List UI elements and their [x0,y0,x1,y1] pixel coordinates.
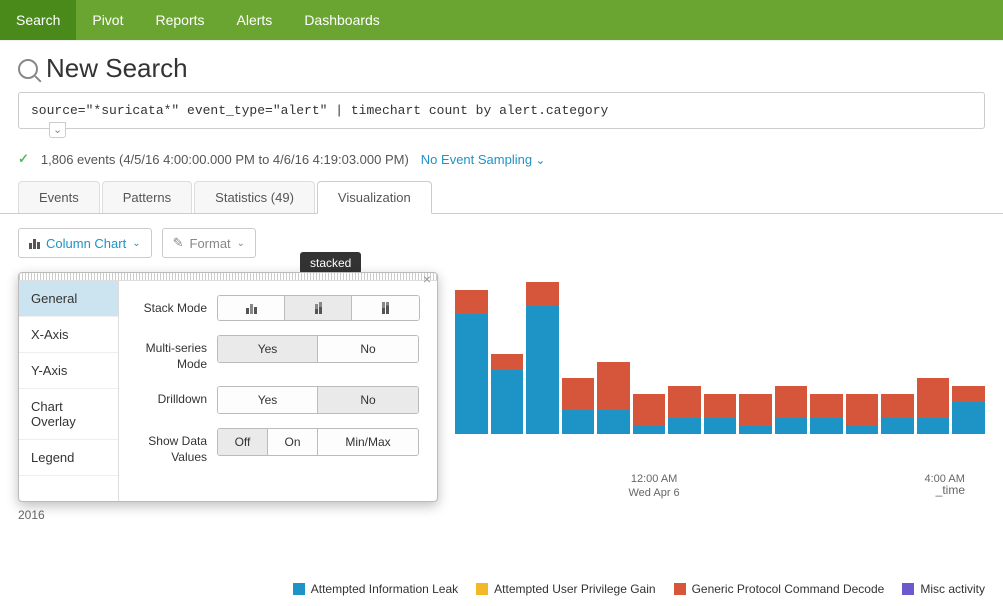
status-bar: ✓ 1,806 events (4/5/16 4:00:00.000 PM to… [0,137,1003,181]
legend-swatch [674,583,686,595]
chart-type-dropdown[interactable]: Column Chart ⌄ [18,228,152,258]
legend-label: Attempted Information Leak [311,582,458,596]
bar[interactable] [810,394,843,434]
multiseries-no-button[interactable]: No [318,336,418,362]
search-icon [18,59,38,79]
legend-label: Generic Protocol Command Decode [692,582,885,596]
bar[interactable] [455,290,488,434]
stack-none-icon [246,302,257,314]
legend-label: Attempted User Privilege Gain [494,582,655,596]
bar[interactable] [633,394,666,434]
legend-item[interactable]: Attempted User Privilege Gain [476,582,655,596]
nav-pivot[interactable]: Pivot [76,0,139,40]
format-panel: × General X-Axis Y-Axis Chart Overlay Le… [18,272,438,502]
tooltip: stacked [300,252,361,274]
search-input[interactable]: source="*suricata*" event_type="alert" |… [18,92,985,129]
search-expand-icon[interactable]: ⌄ [49,122,66,138]
drilldown-label: Drilldown [133,386,217,408]
stack-none-button[interactable] [218,296,285,320]
datavalues-minmax-button[interactable]: Min/Max [318,429,418,455]
bar[interactable] [881,394,914,434]
result-tabs: Events Patterns Statistics (49) Visualiz… [0,181,1003,214]
search-query-text: source="*suricata*" event_type="alert" |… [31,103,608,118]
bar[interactable] [597,362,630,434]
drilldown-no-button[interactable]: No [318,387,418,413]
sampling-dropdown[interactable]: No Event Sampling [421,152,546,167]
check-icon: ✓ [18,151,29,167]
legend: Attempted Information Leak Attempted User… [0,552,1003,606]
bar[interactable] [704,394,737,434]
side-legend[interactable]: Legend [19,440,118,476]
legend-label: Misc activity [920,582,985,596]
stack-stacked-icon [315,302,322,314]
chevron-down-icon: ⌄ [237,238,245,249]
nav-reports[interactable]: Reports [139,0,220,40]
side-yaxis[interactable]: Y-Axis [19,353,118,389]
x-tick: 12:00 AMWed Apr 6 [629,472,680,501]
side-general[interactable]: General [19,281,118,317]
panel-sidebar: General X-Axis Y-Axis Chart Overlay Lege… [19,281,119,501]
nav-alerts[interactable]: Alerts [221,0,289,40]
multiseries-label: Multi-series Mode [133,335,217,372]
legend-item[interactable]: Misc activity [902,582,985,596]
bar[interactable] [952,386,985,434]
legend-swatch [293,583,305,595]
stack-mode-label: Stack Mode [133,295,217,317]
panel-drag-handle[interactable]: × [19,273,437,281]
legend-swatch [476,583,488,595]
bar-chart-icon [29,237,40,249]
stack-100-button[interactable] [352,296,419,320]
header: New Search source="*suricata*" event_typ… [0,41,1003,137]
tab-patterns[interactable]: Patterns [102,181,192,213]
datavalues-off-button[interactable]: Off [218,429,268,455]
viz-toolbar: Column Chart ⌄ ✎ Format ⌄ [0,214,1003,272]
bar[interactable] [668,386,701,434]
bar[interactable] [491,354,524,434]
datavalues-on-button[interactable]: On [268,429,318,455]
bar[interactable] [846,394,879,434]
tab-statistics[interactable]: Statistics (49) [194,181,315,213]
nav-search[interactable]: Search [0,0,76,40]
stack-stacked-button[interactable] [285,296,352,320]
bar[interactable] [739,394,772,434]
close-icon[interactable]: × [423,271,431,287]
event-count: 1,806 events (4/5/16 4:00:00.000 PM to 4… [41,152,409,167]
chevron-down-icon: ⌄ [132,238,140,249]
tab-visualization[interactable]: Visualization [317,181,432,214]
bar[interactable] [917,378,950,434]
stack-100-icon [382,302,389,314]
format-icon: ✎ [173,235,184,251]
side-xaxis[interactable]: X-Axis [19,317,118,353]
bar[interactable] [562,378,595,434]
panel-main: Stack Mode Multi-series Mode Yes No D [119,281,437,501]
nav-dashboards[interactable]: Dashboards [288,0,396,40]
page-title: New Search [46,53,188,84]
bar[interactable] [775,386,808,434]
legend-swatch [902,583,914,595]
top-nav: Search Pivot Reports Alerts Dashboards [0,0,1003,40]
legend-item[interactable]: Attempted Information Leak [293,582,458,596]
legend-item[interactable]: Generic Protocol Command Decode [674,582,885,596]
tab-events[interactable]: Events [18,181,100,213]
drilldown-yes-button[interactable]: Yes [218,387,318,413]
x-axis-title: _time [936,483,965,497]
bar[interactable] [526,282,559,434]
multiseries-yes-button[interactable]: Yes [218,336,318,362]
format-dropdown[interactable]: ✎ Format ⌄ [162,228,256,258]
datavalues-label: Show Data Values [133,428,217,465]
side-overlay[interactable]: Chart Overlay [19,389,118,440]
year-label: 2016 [18,508,45,522]
